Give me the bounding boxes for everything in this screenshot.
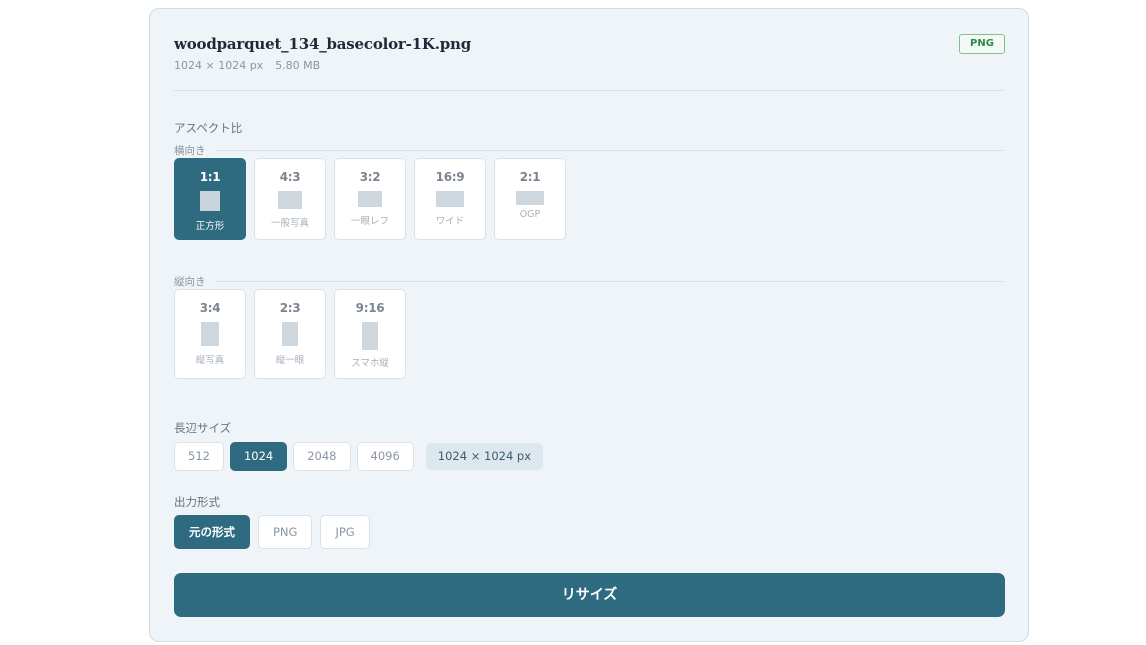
file-meta: 1024 × 1024 px 5.80 MB bbox=[174, 59, 320, 72]
ratio-square-icon bbox=[200, 191, 220, 211]
file-size: 5.80 MB bbox=[275, 59, 321, 72]
ratio-value: 16:9 bbox=[435, 170, 465, 184]
ratio-card-3-4[interactable]: 3:4 縦写真 bbox=[174, 289, 246, 379]
ratio-label: ワイド bbox=[435, 216, 465, 227]
format-option-png[interactable]: PNG bbox=[258, 515, 313, 549]
ratio-rectangle-icon bbox=[362, 322, 378, 350]
ratio-card-3-2[interactable]: 3:2 一眼レフ bbox=[334, 158, 406, 240]
ratio-card-4-3[interactable]: 4:3 一般写真 bbox=[254, 158, 326, 240]
landscape-heading-line bbox=[216, 150, 1005, 151]
ratio-rectangle-icon bbox=[201, 322, 219, 346]
format-option-jpg[interactable]: JPG bbox=[320, 515, 370, 549]
portrait-heading-line bbox=[216, 281, 1005, 282]
ratio-label: 一眼レフ bbox=[350, 216, 389, 227]
ratio-value: 1:1 bbox=[199, 170, 221, 184]
landscape-heading-label: 横向き bbox=[174, 145, 206, 157]
ratio-value: 9:16 bbox=[355, 301, 385, 315]
ratio-label: スマホ縦 bbox=[351, 358, 389, 369]
ratio-rectangle-icon bbox=[282, 322, 298, 346]
landscape-heading: 横向き bbox=[174, 143, 1005, 157]
output-dimensions: 1024 × 1024 px bbox=[425, 443, 544, 470]
size-option-512[interactable]: 512 bbox=[174, 442, 224, 471]
ratio-value: 4:3 bbox=[279, 170, 301, 184]
size-option-2048[interactable]: 2048 bbox=[293, 442, 351, 471]
ratio-card-16-9[interactable]: 16:9 ワイド bbox=[414, 158, 486, 240]
landscape-ratio-list: 1:1 正方形 4:3 一般写真 3:2 一眼レフ 16:9 ワイド 2:1 O… bbox=[174, 158, 566, 240]
ratio-value: 3:2 bbox=[359, 170, 381, 184]
resize-button[interactable]: リサイズ bbox=[174, 573, 1005, 617]
file-name: woodparquet_134_basecolor-1K.png bbox=[174, 35, 472, 53]
output-format-options: 元の形式 PNG JPG bbox=[174, 515, 370, 549]
file-dimensions: 1024 × 1024 px bbox=[174, 59, 264, 72]
long-side-title: 長辺サイズ bbox=[174, 421, 232, 435]
portrait-ratio-list: 3:4 縦写真 2:3 縦一眼 9:16 スマホ縦 bbox=[174, 289, 406, 379]
ratio-rectangle-icon bbox=[278, 191, 302, 209]
ratio-label: 一般写真 bbox=[270, 218, 309, 229]
format-option-original[interactable]: 元の形式 bbox=[174, 515, 250, 549]
format-badge: PNG bbox=[959, 34, 1005, 54]
ratio-card-2-1[interactable]: 2:1 OGP bbox=[494, 158, 566, 240]
ratio-label: 縦写真 bbox=[195, 355, 225, 366]
ratio-value: 3:4 bbox=[199, 301, 221, 315]
ratio-label: 縦一眼 bbox=[275, 355, 305, 366]
ratio-value: 2:3 bbox=[279, 301, 301, 315]
ratio-value: 2:1 bbox=[519, 170, 541, 184]
ratio-label: OGP bbox=[519, 209, 541, 220]
portrait-heading: 縦向き bbox=[174, 274, 1005, 288]
aspect-ratio-title: アスペクト比 bbox=[174, 121, 243, 135]
divider bbox=[174, 90, 1005, 91]
size-option-4096[interactable]: 4096 bbox=[356, 442, 414, 471]
portrait-heading-label: 縦向き bbox=[174, 276, 206, 288]
ratio-rectangle-icon bbox=[516, 191, 544, 205]
ratio-rectangle-icon bbox=[358, 191, 382, 207]
ratio-card-2-3[interactable]: 2:3 縦一眼 bbox=[254, 289, 326, 379]
ratio-card-1-1[interactable]: 1:1 正方形 bbox=[174, 158, 246, 240]
long-side-options: 512 1024 2048 4096 1024 × 1024 px bbox=[174, 442, 544, 471]
resize-panel: woodparquet_134_basecolor-1K.png 1024 × … bbox=[149, 8, 1029, 642]
ratio-label: 正方形 bbox=[195, 221, 225, 232]
ratio-rectangle-icon bbox=[436, 191, 464, 207]
size-option-1024[interactable]: 1024 bbox=[229, 442, 288, 471]
ratio-card-9-16[interactable]: 9:16 スマホ縦 bbox=[334, 289, 406, 379]
output-format-title: 出力形式 bbox=[174, 495, 220, 509]
